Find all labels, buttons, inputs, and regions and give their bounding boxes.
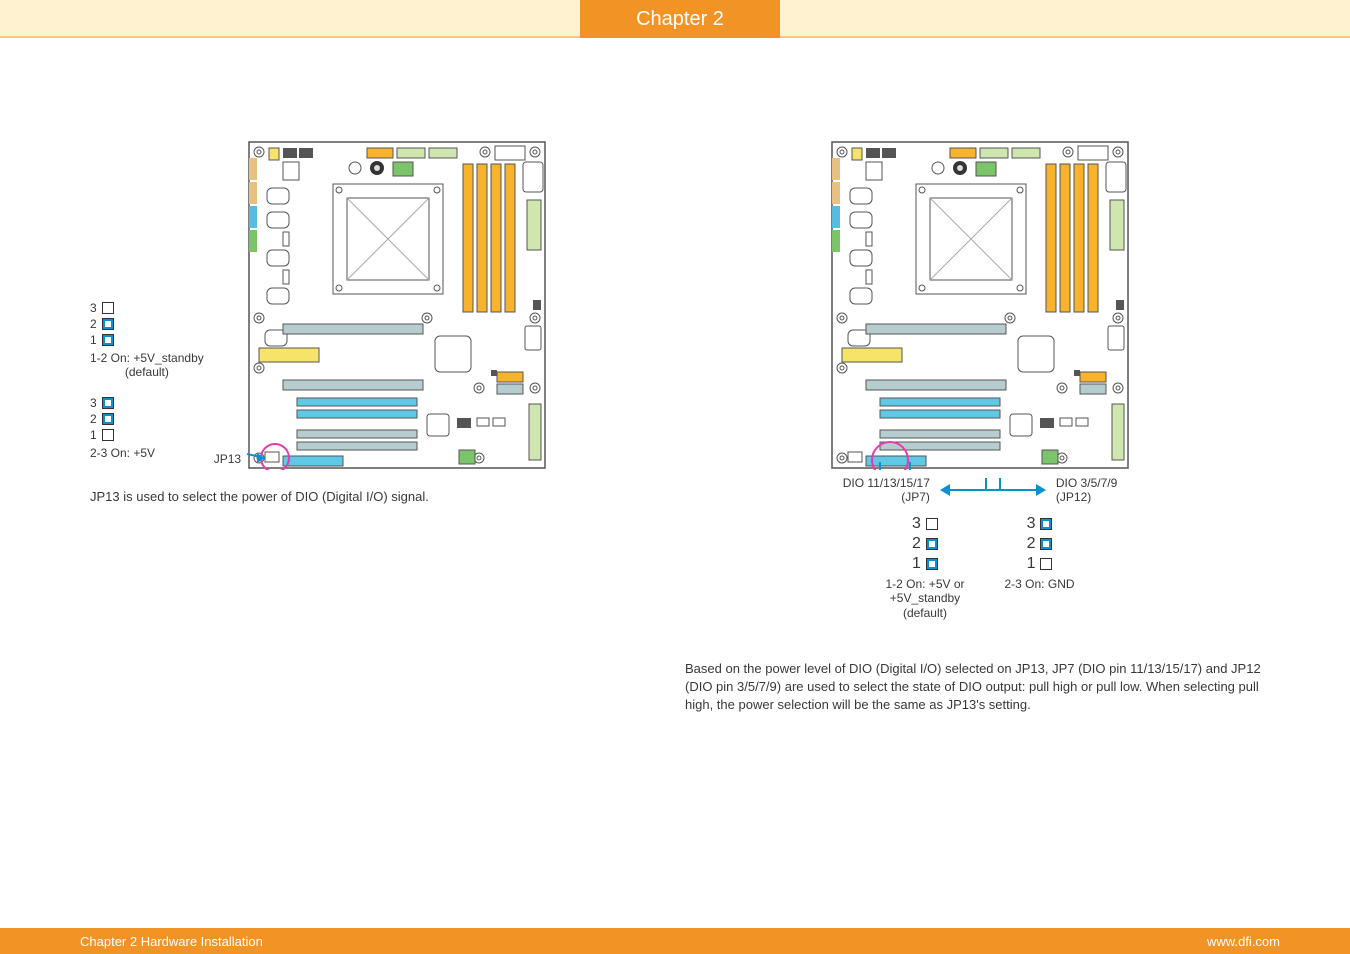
pin-number: 2 [1027,535,1036,553]
jumper-label: 2-3 On: GND [1005,577,1075,591]
right-callouts: DIO 11/13/15/17 (JP7) DIO 3/5/7/9 (JP12) [685,476,1275,505]
chapter-tab: Chapter 2 [580,0,780,38]
callout-right-sub: (JP12) [1056,490,1091,504]
jumper-pin-open [102,302,114,314]
left-column: 3 2 1 1-2 On: +5V_standby (default) 3 2 … [90,140,650,506]
pin-number: 3 [912,515,921,533]
motherboard-diagram-right [830,140,1130,470]
footer-left: Chapter 2 Hardware Installation [80,934,263,949]
jp13-label: JP13 [214,452,241,466]
pin-number: 1 [90,428,97,442]
motherboard-diagram [247,140,547,470]
jumper-label: 1-2 On: +5V or +5V_standby (default) [885,577,964,620]
jumper-pin-shunt [926,538,938,550]
pin-number: 2 [90,412,97,426]
callout-right: DIO 3/5/7/9 [1056,476,1117,490]
pin-number: 2 [90,317,97,331]
jumper-pin-shunt [926,558,938,570]
jumper-pin-shunt [102,397,114,409]
right-description: Based on the power level of DIO (Digital… [685,660,1275,715]
right-column: DIO 11/13/15/17 (JP7) DIO 3/5/7/9 (JP12)… [685,140,1275,715]
double-arrow-icon [938,478,1048,502]
jumper-pin-open [1040,558,1052,570]
pin-number: 3 [90,396,97,410]
jumper-pin-shunt [102,413,114,425]
callout-left-sub: (JP7) [901,490,930,504]
pin-number: 3 [1027,515,1036,533]
pin-number: 2 [912,535,921,553]
page-footer: Chapter 2 Hardware Installation www.dfi.… [0,928,1350,954]
pin-number: 1 [1027,555,1036,573]
jumper-pin-open [926,518,938,530]
jumper-pin-shunt [102,318,114,330]
jumper-label: 2-3 On: +5V [90,446,155,460]
callout-left: DIO 11/13/15/17 [843,476,930,490]
pin-number: 1 [90,333,97,347]
jumper-pin-open [102,429,114,441]
footer-right: www.dfi.com [1207,934,1280,949]
jumper-pin-shunt [102,334,114,346]
jumper-label: 1-2 On: +5V_standby (default) [90,351,204,380]
jumper-pin-shunt [1040,518,1052,530]
pin-number: 3 [90,301,97,315]
page-header: Chapter 2 [0,0,1350,38]
left-description: JP13 is used to select the power of DIO … [90,488,650,506]
pin-number: 1 [912,555,921,573]
jumper-pin-shunt [1040,538,1052,550]
